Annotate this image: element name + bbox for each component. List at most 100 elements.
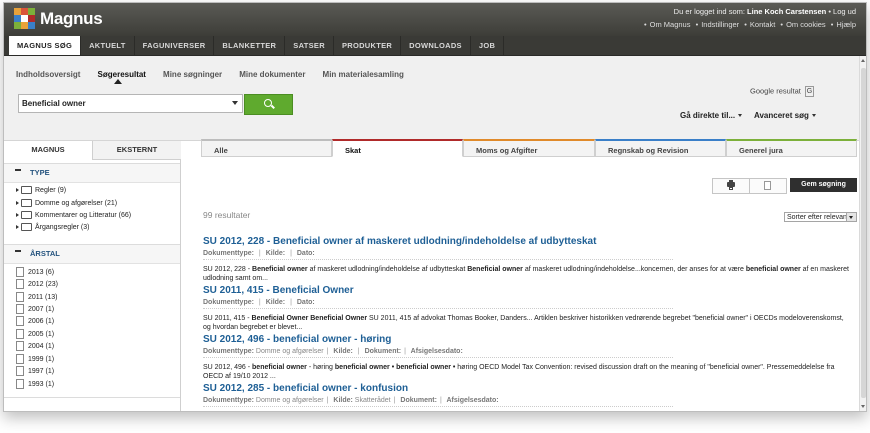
link-kontakt[interactable]: Kontakt <box>750 20 775 29</box>
scroll-up-icon[interactable] <box>861 59 865 62</box>
year-item[interactable]: 2011 (13) <box>16 292 57 302</box>
sidebar-divider <box>4 397 180 398</box>
year-item[interactable]: 2012 (23) <box>16 279 58 289</box>
pdf-icon <box>764 181 771 190</box>
logout-link[interactable]: Log ud <box>833 7 856 16</box>
nav-aktuelt[interactable]: AKTUELT <box>81 36 135 55</box>
nav-produkter[interactable]: PRODUKTER <box>334 36 402 55</box>
result-item: SU 2012, 496 - beneficial owner - høring… <box>203 334 853 381</box>
snippet-text: SU 2011, 415 - <box>203 315 252 322</box>
results-count: 99 resultater <box>203 210 251 220</box>
filter-section-year[interactable]: ÅRSTAL <box>4 244 180 264</box>
tab-regnskab[interactable]: Regnskab og Revision <box>595 139 726 157</box>
tab-moms[interactable]: Moms og Afgifter <box>463 139 595 157</box>
google-result-toggle[interactable]: Google resultat G <box>750 86 814 97</box>
goto-dropdown[interactable]: Gå direkte til... <box>680 111 743 120</box>
logo-text: Magnus <box>40 9 103 28</box>
link-om-cookies[interactable]: Om cookies <box>786 20 826 29</box>
tab-generel-jura[interactable]: Generel jura <box>726 139 857 157</box>
tab-skat[interactable]: Skat <box>332 139 463 157</box>
chevron-down-icon <box>738 114 743 118</box>
scroll-down-icon[interactable] <box>861 405 865 408</box>
chevron-down-icon <box>811 114 816 118</box>
result-title[interactable]: SU 2012, 496 - beneficial owner - høring <box>203 334 853 345</box>
subnav-mine-sogninger[interactable]: Mine søgninger <box>163 70 222 79</box>
sort-select[interactable]: Sorter efter relevans <box>784 212 857 222</box>
result-snippet: SU 2012, 496 - beneficial owner - høring… <box>203 363 853 381</box>
search-button[interactable] <box>244 94 293 115</box>
year-item[interactable]: 1999 (1) <box>16 354 54 364</box>
result-meta: Dokumenttype: | Kilde: | Dato: <box>203 250 673 260</box>
nav-blanketter[interactable]: BLANKETTER <box>214 36 286 55</box>
document-icon <box>16 379 24 389</box>
type-item-kommentarer[interactable]: Kommentarer og Litteratur (66) <box>16 211 131 219</box>
tab-alle[interactable]: Alle <box>201 139 332 157</box>
vertical-scrollbar[interactable] <box>859 56 866 411</box>
document-icon <box>16 341 24 351</box>
nav-downloads[interactable]: DOWNLOADS <box>401 36 471 55</box>
nav-job[interactable]: JOB <box>471 36 505 55</box>
subnav-materialesamling[interactable]: Min materialesamling <box>323 70 404 79</box>
year-item[interactable]: 2005 (1) <box>16 329 54 339</box>
link-om-magnus[interactable]: Om Magnus <box>650 20 691 29</box>
advanced-search-dropdown[interactable]: Avanceret søg <box>754 111 816 120</box>
expand-arrow-icon <box>16 201 19 205</box>
subnav-sogeresultat[interactable]: Søgeresultat <box>98 70 146 79</box>
tab-magnus[interactable]: MAGNUS <box>4 141 92 160</box>
sub-nav: Indholdsoversigt Søgeresultat Mine søgni… <box>16 68 418 80</box>
magnus-logo[interactable]: Magnus <box>14 7 103 31</box>
document-icon <box>16 354 24 364</box>
google-checkbox[interactable]: G <box>804 86 814 97</box>
top-links: • Om Magnus • Indstillinger • Kontakt • Om c… <box>643 20 856 29</box>
year-item[interactable]: 2007 (1) <box>16 304 54 314</box>
snippet-highlight: beneficial owner <box>252 364 307 371</box>
magnus-logo-icon <box>14 8 36 30</box>
nav-faguniverser[interactable]: FAGUNIVERSER <box>135 36 215 55</box>
type-item-argangsregler[interactable]: Årgangsregler (3) <box>16 223 89 231</box>
year-item[interactable]: 1997 (1) <box>16 366 54 376</box>
goto-label: Gå direkte til... <box>680 111 736 120</box>
document-icon <box>16 329 24 339</box>
result-title[interactable]: SU 2011, 415 - Beneficial Owner <box>203 285 853 296</box>
nav-satser[interactable]: SATSER <box>285 36 334 55</box>
type-item-domme[interactable]: Domme og afgørelser (21) <box>16 199 117 207</box>
result-item: SU 2012, 228 - Beneficial owner af maske… <box>203 236 853 283</box>
nav-magnus-sog[interactable]: MAGNUS SØG <box>9 36 82 55</box>
expand-arrow-icon <box>16 188 19 192</box>
subnav-mine-dokumenter[interactable]: Mine dokumenter <box>239 70 305 79</box>
save-search-button[interactable]: Gem søgning <box>790 178 857 192</box>
snippet-text: SU 2012, 228 - <box>203 266 253 273</box>
snippet-highlight: beneficial owner <box>745 266 801 273</box>
year-item[interactable]: 1993 (1) <box>16 379 54 389</box>
subnav-indholdsoversigt[interactable]: Indholdsoversigt <box>16 70 80 79</box>
snippet-highlight: Beneficial owner <box>467 266 523 273</box>
year-item[interactable]: 2004 (1) <box>16 341 54 351</box>
snippet-text: SU 2012, 496 - <box>203 364 253 371</box>
link-indstillinger[interactable]: Indstillinger <box>701 20 739 29</box>
year-item[interactable]: 2013 (6) <box>16 267 54 277</box>
chevron-down-icon[interactable] <box>846 213 856 221</box>
app-window: Magnus Du er logget ind som: Line Koch C… <box>3 2 867 412</box>
search-area: Indholdsoversigt Søgeresultat Mine søgni… <box>4 56 859 141</box>
printer-icon <box>727 180 735 190</box>
link-hjaelp[interactable]: Hjælp <box>836 20 856 29</box>
result-title[interactable]: SU 2012, 285 - beneficial owner - konfus… <box>203 383 853 394</box>
folder-icon <box>21 223 32 231</box>
pdf-button[interactable] <box>749 178 787 194</box>
folder-icon <box>21 211 32 219</box>
year-item[interactable]: 2006 (1) <box>16 316 54 326</box>
filter-section-type[interactable]: TYPE <box>4 163 180 183</box>
result-title[interactable]: SU 2012, 228 - Beneficial owner af maske… <box>203 236 853 247</box>
tab-eksternt[interactable]: EKSTERNT <box>92 141 181 160</box>
type-item-regler[interactable]: Regler (9) <box>16 186 66 194</box>
search-input[interactable] <box>22 97 222 109</box>
advanced-label: Avanceret søg <box>754 111 809 120</box>
login-label: Du er logget ind som: <box>673 7 745 16</box>
search-history-dropdown-icon[interactable] <box>232 101 238 105</box>
print-button[interactable] <box>712 178 750 194</box>
sort-label: Sorter efter relevans <box>787 214 851 221</box>
collapse-icon <box>15 250 21 252</box>
result-item: SU 2012, 285 - beneficial owner - konfus… <box>203 383 853 407</box>
scroll-thumb[interactable] <box>861 68 866 398</box>
document-icon <box>16 366 24 376</box>
